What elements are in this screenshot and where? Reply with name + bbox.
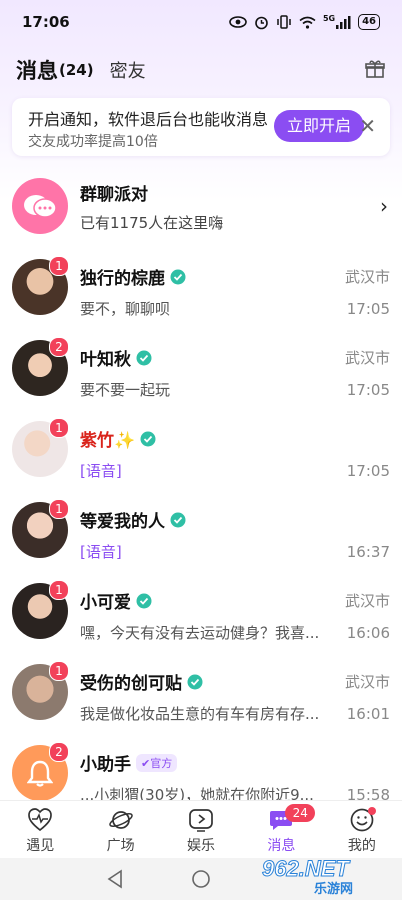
- verified-icon: [187, 674, 203, 689]
- group-chat-row[interactable]: 群聊派对 已有1175人在这里嗨 ›: [0, 174, 402, 244]
- message-preview: [语音]: [80, 543, 122, 561]
- contact-name: 受伤的创可贴: [80, 669, 203, 694]
- message-time: 16:01: [346, 705, 390, 723]
- message-time: 17:05: [346, 462, 390, 480]
- home-icon[interactable]: [191, 869, 211, 889]
- wifi-icon: [299, 16, 316, 29]
- watermark-logo: 962.NET 乐游网: [260, 854, 394, 898]
- contact-name: 小助手 ✔官方: [80, 750, 178, 775]
- contact-name: 叶知秋: [80, 345, 152, 370]
- conversation-item[interactable]: 2 小助手 ✔官方 ...小刺猬(30岁)，她就在你附近9... 15:58: [0, 742, 402, 800]
- notice-subtitle: 交友成功率提高10倍: [28, 134, 158, 150]
- gift-icon[interactable]: [364, 58, 386, 80]
- group-subtitle: 已有1175人在这里嗨: [80, 214, 224, 232]
- network-label: 5G: [322, 13, 336, 23]
- unread-badge: 2: [49, 337, 69, 357]
- message-preview: 要不，聊聊呗: [80, 300, 171, 318]
- group-name: 群聊派对: [80, 185, 148, 205]
- contact-name: 紫竹✨: [80, 426, 156, 451]
- contact-location: 武汉市: [344, 268, 390, 286]
- message-preview: 要不要一起玩: [80, 381, 171, 399]
- chevron-right-icon: ›: [380, 194, 388, 218]
- svg-text:962.NET: 962.NET: [262, 856, 350, 881]
- conversation-item[interactable]: 1 小可爱 武汉市 嘿，今天有没有去运动健身？我喜... 16:06: [0, 580, 402, 660]
- conversation-item[interactable]: 1 紫竹✨ [语音] 17:05: [0, 418, 402, 498]
- planet-icon: [108, 811, 133, 829]
- verified-icon: [140, 431, 156, 446]
- verified-icon: [170, 269, 186, 284]
- bottom-navigation: 遇见 广场 娱乐 消息 24 我的: [0, 800, 402, 859]
- message-header: 消息 (24) 密友: [0, 52, 402, 88]
- signal-icon: [336, 15, 351, 29]
- message-preview: 嘿，今天有没有去运动健身？我喜...: [80, 624, 320, 642]
- alarm-icon: [255, 16, 268, 29]
- message-preview: [语音]: [80, 462, 122, 480]
- nav-message-badge: 24: [285, 804, 316, 822]
- conversation-item[interactable]: 1 受伤的创可贴 武汉市 我是做化妆品生意的有车有房有存... 16:01: [0, 661, 402, 741]
- message-time: 16:37: [346, 543, 390, 561]
- tab-messages[interactable]: 消息: [16, 55, 58, 85]
- message-preview: 我是做化妆品生意的有车有房有存...: [80, 705, 320, 723]
- svg-text:乐游网: 乐游网: [314, 881, 353, 896]
- enable-notifications-button[interactable]: 立即开启: [274, 110, 364, 142]
- message-count: (24): [59, 61, 94, 79]
- status-bar: 17:06 5G 46: [0, 0, 402, 44]
- message-time: 17:05: [346, 381, 390, 399]
- contact-location: 武汉市: [344, 349, 390, 367]
- message-time: 17:05: [346, 300, 390, 318]
- unread-badge: 1: [49, 499, 69, 519]
- status-icons: 5G 46: [229, 14, 380, 30]
- unread-badge: 1: [49, 256, 69, 276]
- nav-profile[interactable]: 我的: [322, 801, 402, 859]
- battery-icon: 46: [358, 14, 380, 30]
- unread-badge: 1: [49, 661, 69, 681]
- profile-notification-dot: [367, 807, 376, 815]
- heartbeat-icon: [28, 808, 53, 832]
- bell-icon: [27, 760, 53, 787]
- nav-entertainment[interactable]: 娱乐: [161, 801, 241, 859]
- contact-name: 独行的棕鹿: [80, 264, 186, 289]
- back-icon[interactable]: [106, 869, 124, 889]
- official-badge: ✔官方: [136, 753, 178, 772]
- contact-location: 武汉市: [344, 592, 390, 610]
- conversation-item[interactable]: 2 叶知秋 武汉市 要不要一起玩 17:05: [0, 337, 402, 417]
- contact-name: 等爱我的人: [80, 507, 186, 532]
- contact-location: 武汉市: [344, 673, 390, 691]
- notice-title: 开启通知，软件退后台也能收消息: [28, 110, 269, 129]
- conversation-item[interactable]: 1 等爱我的人 [语音] 16:37: [0, 499, 402, 579]
- vibrate-icon: [277, 15, 291, 29]
- unread-badge: 2: [49, 742, 69, 762]
- nav-messages[interactable]: 消息 24: [241, 801, 321, 859]
- unread-badge: 1: [49, 580, 69, 600]
- notification-banner: 开启通知，软件退后台也能收消息 交友成功率提高10倍 立即开启 ✕: [12, 98, 390, 156]
- message-time: 16:06: [346, 624, 390, 642]
- message-preview: ...小刺猬(30岁)，她就在你附近9...: [80, 786, 314, 800]
- verified-icon: [170, 512, 186, 527]
- tab-close-friends[interactable]: 密友: [110, 57, 146, 83]
- verified-icon: [136, 350, 152, 365]
- contact-name: 小可爱: [80, 588, 152, 613]
- nav-meet[interactable]: 遇见: [0, 801, 80, 859]
- group-chat-icon: [12, 178, 68, 234]
- verified-icon: [136, 593, 152, 608]
- close-icon[interactable]: ✕: [359, 116, 376, 136]
- eye-icon: [229, 16, 247, 28]
- message-time: 15:58: [346, 786, 390, 800]
- conversation-item[interactable]: 1 独行的棕鹿 武汉市 要不，聊聊呗 17:05: [0, 256, 402, 336]
- unread-badge: 1: [49, 418, 69, 438]
- nav-square[interactable]: 广场: [80, 801, 160, 859]
- play-icon: [189, 809, 213, 832]
- status-time: 17:06: [22, 13, 70, 31]
